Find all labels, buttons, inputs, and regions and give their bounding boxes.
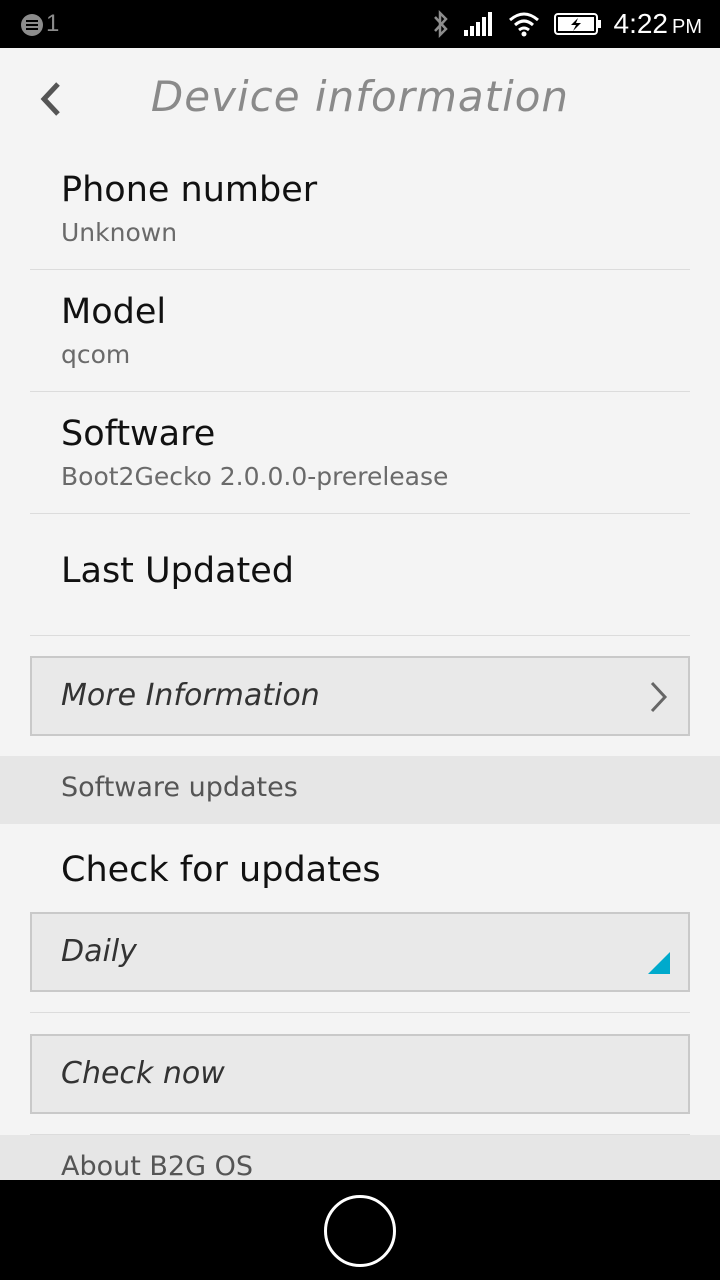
software-updates-section-header: Software updates (0, 756, 720, 824)
about-label: About B2G OS (61, 1151, 254, 1180)
clock-time: 4:22 (613, 8, 669, 39)
battery-charging-icon (553, 12, 602, 36)
page-title: Device information (150, 72, 570, 121)
last-updated-row: Last Updated (30, 514, 690, 636)
software-row: Software Boot2Gecko 2.0.0.0-prerelease (30, 392, 690, 514)
software-value: Boot2Gecko 2.0.0.0-prerelease (61, 462, 449, 491)
model-label: Model (61, 292, 167, 332)
home-icon[interactable] (324, 1195, 396, 1267)
check-for-updates-label: Check for updates (61, 850, 381, 890)
software-updates-label: Software updates (61, 772, 298, 803)
navigation-bar (0, 1180, 720, 1280)
update-frequency-select[interactable]: Daily (30, 912, 690, 992)
check-now-button[interactable]: Check now (30, 1034, 690, 1114)
more-information-button[interactable]: More Information (30, 656, 690, 736)
header: Device information (0, 48, 720, 148)
notification-indicator[interactable]: 1 (20, 10, 64, 38)
more-information-label: More Information (61, 678, 320, 713)
dropdown-arrow-icon (648, 952, 670, 974)
about-section-header: About B2G OS (0, 1135, 720, 1180)
software-label: Software (61, 414, 216, 454)
model-value: qcom (61, 340, 131, 369)
update-frequency-value: Daily (61, 934, 137, 969)
phone-number-label: Phone number (61, 170, 318, 210)
wifi-icon (508, 11, 540, 37)
phone-number-row: Phone number Unknown (30, 148, 690, 270)
notification-count: 1 (46, 10, 60, 37)
clock: 4:22 PM (614, 8, 703, 40)
bluetooth-icon (432, 10, 450, 38)
divider (30, 1012, 690, 1013)
model-row: Model qcom (30, 270, 690, 392)
status-bar: 1 4:22 PM (0, 0, 720, 48)
check-now-label: Check now (61, 1056, 225, 1091)
signal-icon (463, 12, 494, 36)
chevron-right-icon (650, 681, 668, 713)
last-updated-label: Last Updated (61, 551, 295, 591)
phone-number-value: Unknown (61, 218, 178, 247)
clock-ampm: PM (672, 16, 702, 38)
